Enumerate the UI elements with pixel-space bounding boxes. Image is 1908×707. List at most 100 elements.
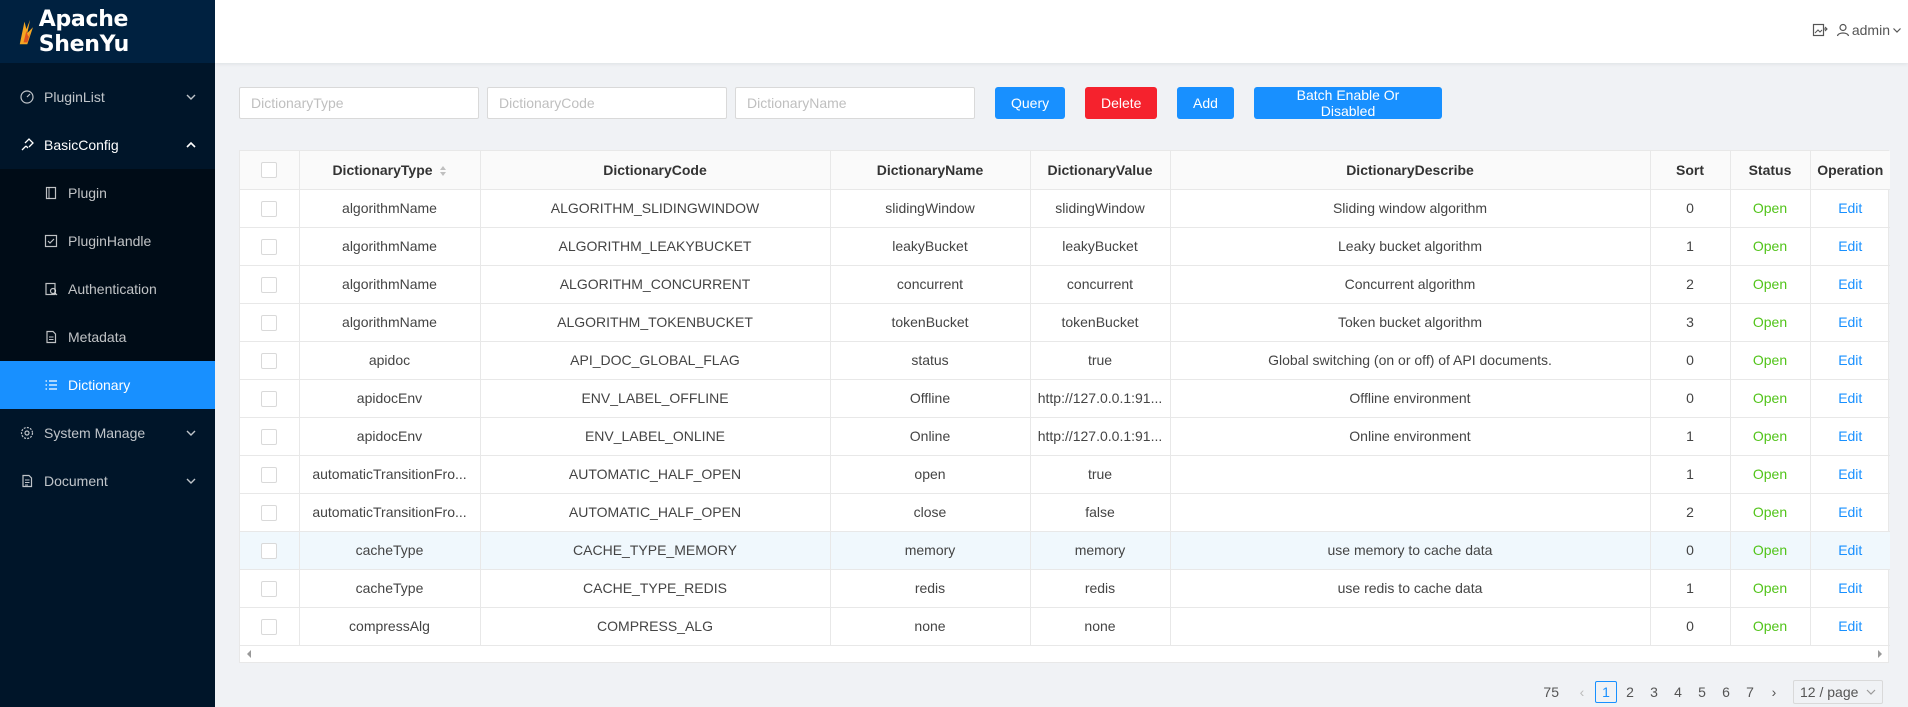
row-checkbox[interactable] [261,580,278,597]
page-4[interactable]: 4 [1667,681,1689,703]
cell-code: ALGORITHM_SLIDINGWINDOW [480,189,831,228]
user-menu[interactable]: admin [1836,22,1902,38]
scroll-right-icon[interactable] [1876,649,1884,659]
cell-name: status [830,341,1031,380]
row-select-cell[interactable] [240,341,300,380]
row-checkbox[interactable] [261,428,278,445]
row-checkbox[interactable] [261,618,278,635]
chevron-up-icon [186,141,196,148]
cell-describe: Offline environment [1170,379,1651,418]
page-6[interactable]: 6 [1715,681,1737,703]
list-icon [44,378,58,392]
prev-page-icon[interactable]: ‹ [1571,681,1593,703]
edit-link[interactable]: Edit [1810,265,1890,304]
audit-icon [44,282,58,296]
scroll-left-icon[interactable] [245,649,253,659]
row-checkbox[interactable] [261,390,278,407]
cell-describe [1170,493,1651,532]
table-row: algorithmName ALGORITHM_TOKENBUCKET toke… [240,303,1890,342]
delete-button[interactable]: Delete [1085,87,1157,119]
page-2[interactable]: 2 [1619,681,1641,703]
next-page-icon[interactable]: › [1763,681,1785,703]
horizontal-scrollbar[interactable] [240,645,1888,662]
query-button[interactable]: Query [995,87,1065,119]
cell-value: redis [1030,569,1171,608]
table-row: apidocEnv ENV_LABEL_ONLINE Online http:/… [240,417,1890,456]
row-checkbox[interactable] [261,504,278,521]
cell-type: algorithmName [299,265,481,304]
sidebar-item-pluginlist[interactable]: PluginList [0,73,215,121]
chevron-down-icon [1866,689,1876,695]
cell-name: none [830,607,1031,646]
sidebar-item-pluginhandle[interactable]: PluginHandle [0,217,215,265]
cell-name: leakyBucket [830,227,1031,266]
row-checkbox[interactable] [261,238,278,255]
image-export-icon[interactable] [1812,22,1828,38]
cell-type: cacheType [299,531,481,570]
column-header-type[interactable]: DictionaryType [299,151,481,190]
sidebar-item-document[interactable]: Document [0,457,215,505]
edit-link[interactable]: Edit [1810,341,1890,380]
edit-link[interactable]: Edit [1810,417,1890,456]
edit-link[interactable]: Edit [1810,531,1890,570]
select-all-cell[interactable] [240,151,300,190]
add-button[interactable]: Add [1177,87,1234,119]
row-checkbox[interactable] [261,200,278,217]
page-5[interactable]: 5 [1691,681,1713,703]
cell-status: Open [1730,303,1811,342]
edit-link[interactable]: Edit [1810,303,1890,342]
row-select-cell[interactable] [240,569,300,608]
sidebar-item-metadata[interactable]: Metadata [0,313,215,361]
cell-sort: 0 [1650,189,1731,228]
row-select-cell[interactable] [240,493,300,532]
row-checkbox[interactable] [261,466,278,483]
edit-link[interactable]: Edit [1810,607,1890,646]
row-select-cell[interactable] [240,455,300,494]
cell-status: Open [1730,189,1811,228]
dictionary-name-input[interactable] [735,87,975,119]
sidebar-item-dictionary[interactable]: Dictionary [0,361,215,409]
sidebar-item-basicconfig[interactable]: BasicConfig [0,121,215,169]
sidebar-item-plugin[interactable]: Plugin [0,169,215,217]
row-select-cell[interactable] [240,417,300,456]
page-3[interactable]: 3 [1643,681,1665,703]
dictionary-code-input[interactable] [487,87,727,119]
row-select-cell[interactable] [240,607,300,646]
row-checkbox[interactable] [261,314,278,331]
edit-link[interactable]: Edit [1810,455,1890,494]
page-size-select[interactable]: 12 / page [1793,680,1883,704]
page-1[interactable]: 1 [1595,681,1617,703]
row-select-cell[interactable] [240,189,300,228]
edit-link[interactable]: Edit [1810,493,1890,532]
logo[interactable]: Apache ShenYu [0,0,215,63]
row-checkbox[interactable] [261,276,278,293]
row-select-cell[interactable] [240,379,300,418]
cell-name: tokenBucket [830,303,1031,342]
row-select-cell[interactable] [240,303,300,342]
row-select-cell[interactable] [240,531,300,570]
edit-link[interactable]: Edit [1810,227,1890,266]
cell-code: CACHE_TYPE_REDIS [480,569,831,608]
page-7[interactable]: 7 [1739,681,1761,703]
cell-value: true [1030,455,1171,494]
sidebar-item-system-manage[interactable]: System Manage [0,409,215,457]
edit-link[interactable]: Edit [1810,189,1890,228]
dictionary-type-input[interactable] [239,87,479,119]
edit-link[interactable]: Edit [1810,379,1890,418]
row-checkbox[interactable] [261,352,278,369]
row-select-cell[interactable] [240,265,300,304]
gear-icon [20,426,34,440]
edit-link[interactable]: Edit [1810,569,1890,608]
row-checkbox[interactable] [261,542,278,559]
table-row: cacheType CACHE_TYPE_REDIS redis redis u… [240,569,1890,608]
sort-icon[interactable] [439,165,447,177]
cell-type: automaticTransitionFro... [299,493,481,532]
table-row: algorithmName ALGORITHM_LEAKYBUCKET leak… [240,227,1890,266]
sidebar-item-authentication[interactable]: Authentication [0,265,215,313]
cell-value: false [1030,493,1171,532]
cell-sort: 0 [1650,379,1731,418]
row-select-cell[interactable] [240,227,300,266]
select-all-checkbox[interactable] [261,162,278,179]
batch-enable-button[interactable]: Batch Enable Or Disabled [1254,87,1442,119]
cell-describe: Leaky bucket algorithm [1170,227,1651,266]
